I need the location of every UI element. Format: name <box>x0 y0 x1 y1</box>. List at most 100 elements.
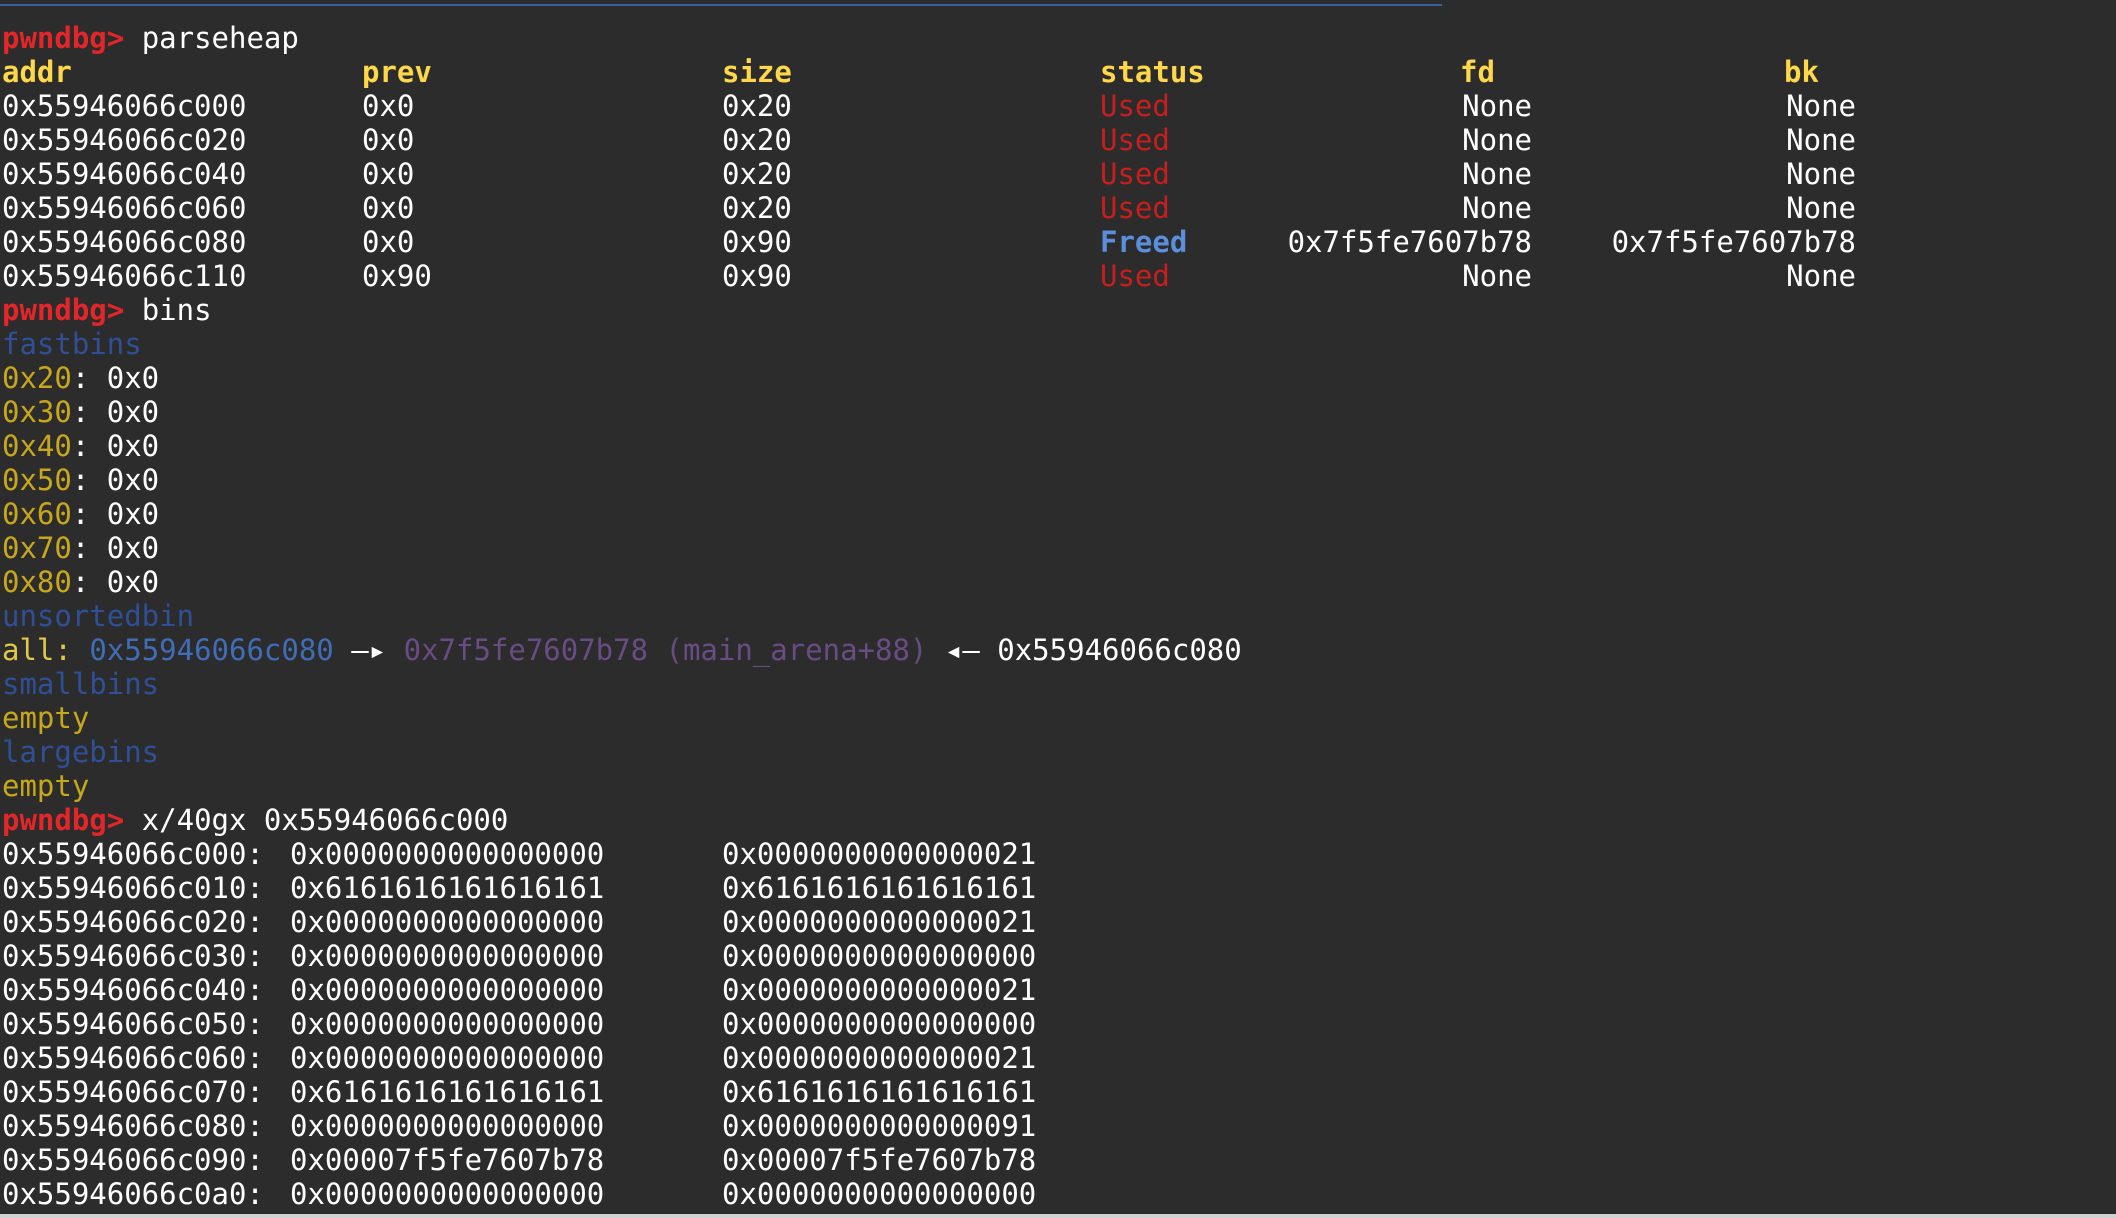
unsortedbin-target-address: 0x7f5fe7607b78 (main_arena+88) <box>403 633 928 667</box>
header-prev: prev <box>362 55 432 89</box>
unsortedbin-entry: all: 0x55946066c080 —▸ 0x7f5fe7607b78 (m… <box>2 633 2116 667</box>
arrow-right-icon: —▸ <box>351 633 387 667</box>
fastbin-value: 0x0 <box>106 531 160 565</box>
memory-row: 0x55946066c060: 0x0000000000000000 0x00000… <box>2 1041 2116 1075</box>
fastbin-entry: 0x50: 0x0 <box>2 463 160 497</box>
heap-row-fd: None <box>1462 89 1532 123</box>
arrow-left-icon: ◂— <box>944 633 980 667</box>
heap-row-fd: None <box>1462 259 1532 293</box>
memory-row: 0x55946066c090: 0x00007f5fe7607b78 0x00007… <box>2 1143 2116 1177</box>
unsortedbin-back-address: 0x55946066c080 <box>997 633 1242 667</box>
fastbin-size: 0x40 <box>2 429 72 463</box>
fastbin-size: 0x60 <box>2 497 72 531</box>
heap-table-row: 0x55946066c000 0x0 0x20 Used None None <box>2 89 2116 123</box>
heap-row-addr: 0x55946066c000 <box>2 89 247 123</box>
fastbin-value: 0x0 <box>106 429 160 463</box>
memory-row-address: 0x55946066c050: <box>2 1007 264 1041</box>
fastbin-entry: 0x20: 0x0 <box>2 361 160 395</box>
heap-row-size: 0x20 <box>722 157 792 191</box>
memory-row-address: 0x55946066c040: <box>2 973 264 1007</box>
memory-row-value-1: 0x0000000000000000 <box>290 939 605 973</box>
heap-row-prev: 0x0 <box>362 123 415 157</box>
memory-row-value-1: 0x00007f5fe7607b78 <box>290 1143 605 1177</box>
memory-row-address: 0x55946066c060: <box>2 1041 264 1075</box>
memory-row-value-1: 0x0000000000000000 <box>290 973 605 1007</box>
memory-row-value-1: 0x0000000000000000 <box>290 905 605 939</box>
memory-row: 0x55946066c080: 0x0000000000000000 0x00000… <box>2 1109 2116 1143</box>
unsortedbin-all-label: all: <box>2 633 72 667</box>
memory-row: 0x55946066c040: 0x0000000000000000 0x00000… <box>2 973 2116 1007</box>
command-line-examine: pwndbg> x/40gx 0x55946066c000 <box>2 803 2116 837</box>
heap-table-row: 0x55946066c040 0x0 0x20 Used None None <box>2 157 2116 191</box>
memory-row-value-2: 0x0000000000000000 <box>722 1177 1037 1211</box>
heap-table-row: 0x55946066c020 0x0 0x20 Used None None <box>2 123 2116 157</box>
terminal-bottom-edge <box>0 1214 2116 1218</box>
heap-row-fd: None <box>1462 123 1532 157</box>
heap-row-prev: 0x0 <box>362 89 415 123</box>
memory-row: 0x55946066c070: 0x6161616161616161 0x61616… <box>2 1075 2116 1109</box>
unsortedbin-chunk-address: 0x55946066c080 <box>89 633 334 667</box>
heap-row-addr: 0x55946066c080 <box>2 225 247 259</box>
largebins-label: largebins <box>2 735 160 769</box>
memory-row-address: 0x55946066c070: <box>2 1075 264 1109</box>
memory-row: 0x55946066c0a0: 0x0000000000000000 0x00000… <box>2 1177 2116 1211</box>
memory-row-address: 0x55946066c090: <box>2 1143 264 1177</box>
header-fd: fd <box>1460 55 1495 89</box>
fastbin-entry: 0x70: 0x0 <box>2 531 160 565</box>
heap-row-bk: None <box>1786 89 1856 123</box>
heap-row-bk: None <box>1786 259 1856 293</box>
memory-row-value-1: 0x6161616161616161 <box>290 871 605 905</box>
memory-row-value-1: 0x0000000000000000 <box>290 1177 605 1211</box>
memory-row-value-2: 0x6161616161616161 <box>722 871 1037 905</box>
memory-row: 0x55946066c030: 0x0000000000000000 0x00000… <box>2 939 2116 973</box>
memory-row-value-2: 0x0000000000000021 <box>722 905 1037 939</box>
command-line-bins: pwndbg> bins <box>2 293 2116 327</box>
memory-row-value-2: 0x6161616161616161 <box>722 1075 1037 1109</box>
heap-row-fd: None <box>1462 191 1532 225</box>
terminal-output[interactable]: pwndbg> parseheap addr prev size status … <box>2 21 2116 1211</box>
memory-row: 0x55946066c010: 0x6161616161616161 0x61616… <box>2 871 2116 905</box>
fastbin-entry: 0x40: 0x0 <box>2 429 160 463</box>
fastbin-size: 0x20 <box>2 361 72 395</box>
heap-row-prev: 0x0 <box>362 191 415 225</box>
fastbin-value: 0x0 <box>106 565 160 599</box>
memory-row-value-1: 0x6161616161616161 <box>290 1075 605 1109</box>
memory-row: 0x55946066c020: 0x0000000000000000 0x00000… <box>2 905 2116 939</box>
header-addr: addr <box>2 55 72 89</box>
prompt: pwndbg> <box>2 293 125 327</box>
memory-row-address: 0x55946066c000: <box>2 837 264 871</box>
memory-row-value-1: 0x0000000000000000 <box>290 1007 605 1041</box>
largebins-value: empty <box>2 769 90 803</box>
command-text: parseheap <box>141 21 299 55</box>
memory-row-value-2: 0x0000000000000091 <box>722 1109 1037 1143</box>
unsortedbin-label: unsortedbin <box>2 599 195 633</box>
heap-row-prev: 0x0 <box>362 225 415 259</box>
memory-row-value-1: 0x0000000000000000 <box>290 1041 605 1075</box>
heap-table-row: 0x55946066c080 0x0 0x90 Freed 0x7f5fe7607b78… <box>2 225 2116 259</box>
header-size: size <box>722 55 792 89</box>
command-text: bins <box>141 293 212 327</box>
heap-table-row: 0x55946066c110 0x90 0x90 Used None None <box>2 259 2116 293</box>
memory-row-address: 0x55946066c0a0: <box>2 1177 264 1211</box>
command-line-parseheap: pwndbg> parseheap <box>2 21 2116 55</box>
memory-row-address: 0x55946066c030: <box>2 939 264 973</box>
smallbins-value: empty <box>2 701 90 735</box>
heap-row-addr: 0x55946066c040 <box>2 157 247 191</box>
memory-row-value-2: 0x0000000000000021 <box>722 973 1037 1007</box>
memory-row-value-2: 0x0000000000000000 <box>722 939 1037 973</box>
fastbin-entry: 0x30: 0x0 <box>2 395 160 429</box>
heap-row-size: 0x20 <box>722 89 792 123</box>
heap-table-header: addr prev size status fd bk <box>2 55 2116 89</box>
header-status: status <box>1100 55 1205 89</box>
fastbin-value: 0x0 <box>106 463 160 497</box>
fastbin-entry: 0x60: 0x0 <box>2 497 160 531</box>
heap-row-addr: 0x55946066c020 <box>2 123 247 157</box>
memory-row-value-1: 0x0000000000000000 <box>290 1109 605 1143</box>
heap-row-bk: None <box>1786 191 1856 225</box>
memory-row: 0x55946066c050: 0x0000000000000000 0x00000… <box>2 1007 2116 1041</box>
memory-row-value-1: 0x0000000000000000 <box>290 837 605 871</box>
fastbin-size: 0x30 <box>2 395 72 429</box>
fastbin-entry: 0x80: 0x0 <box>2 565 160 599</box>
heap-row-bk: None <box>1786 123 1856 157</box>
heap-row-size: 0x90 <box>722 225 792 259</box>
